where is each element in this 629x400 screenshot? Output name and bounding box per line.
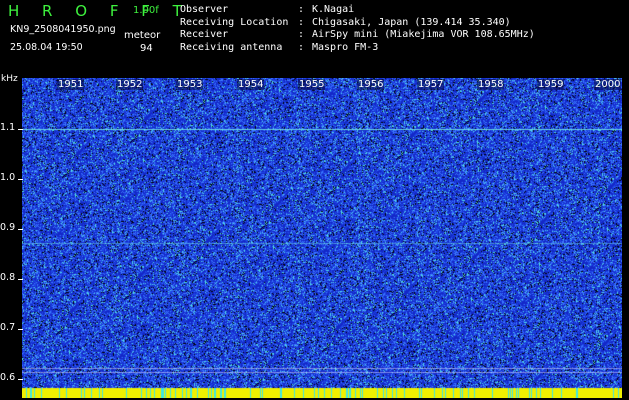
y-tick-mark [18,179,23,180]
x-tick-label: 1959 [537,79,565,90]
info-separator: : [298,29,311,41]
y-tick-label: 1.1 [0,122,16,133]
x-tick-label: 1958 [477,79,505,90]
y-tick-mark [18,229,23,230]
datetime-label: 25.08.04 19:50 [10,42,83,53]
y-axis-label: kHz [1,74,18,84]
info-key: Receiving antenna [180,41,283,53]
y-tick-label: 0.8 [0,272,16,283]
info-key: Receiver [180,29,229,41]
filename-label: KN9_2508041950.png [10,24,116,35]
x-tick-label: 1956 [357,79,385,90]
y-tick-mark [18,379,23,380]
info-separator: : [298,41,311,53]
info-value: Maspro FM-3 [312,41,379,53]
station-info: Observer: K.Nagai Receiving Location: Ch… [180,4,535,54]
spectrogram-canvas[interactable] [22,78,622,398]
info-value: AirSpy mini (Miakejima VOR 108.65MHz) [312,29,535,41]
y-tick-label: 0.9 [0,222,16,233]
y-tick-mark [18,329,23,330]
y-tick-mark [18,279,23,280]
info-row-receiver: Receiver: AirSpy mini (Miakejima VOR 108… [180,29,535,42]
y-tick-label: 0.7 [0,322,16,333]
info-row-observer: Observer: K.Nagai [180,4,535,17]
x-tick-label: 1954 [237,79,265,90]
info-value: Chigasaki, Japan (139.414 35.340) [312,16,511,28]
x-tick-label: 1951 [57,79,85,90]
info-separator: : [298,4,311,15]
app-title: H R O F F T [8,2,191,20]
x-tick-label: 2000 [594,79,622,90]
x-tick-label: 1953 [176,79,204,90]
info-separator: : [298,16,311,28]
y-tick-label: 1.0 [0,172,16,183]
x-tick-label: 1952 [116,79,144,90]
info-key: Receiving Location [180,16,289,28]
spectrogram-plot[interactable] [22,78,622,398]
x-tick-label: 1955 [298,79,326,90]
y-tick-mark [18,129,23,130]
info-value: K.Nagai [312,4,355,15]
meteor-count: 94 [140,43,153,54]
info-row-antenna: Receiving antenna: Maspro FM-3 [180,42,535,55]
meteor-label: meteor [124,30,161,41]
info-row-location: Receiving Location: Chigasaki, Japan (13… [180,17,535,30]
info-key: Observer [180,4,229,15]
version-label: 1.00f [133,5,159,16]
x-tick-label: 1957 [417,79,445,90]
y-tick-label: 0.6 [0,372,16,383]
